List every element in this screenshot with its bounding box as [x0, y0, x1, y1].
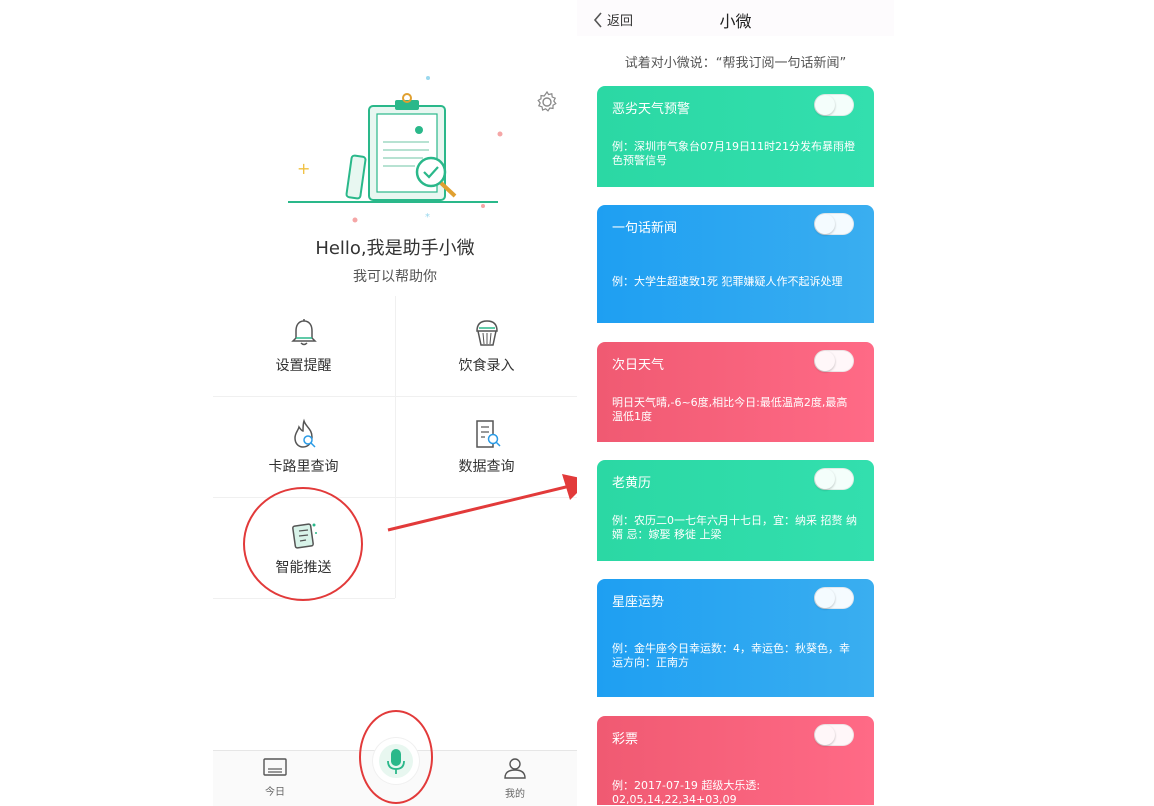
card-tomorrow-weather: 次日天气 明日天气晴,-6~6度,相比今日:最低温高2度,最高温低1度	[597, 342, 874, 442]
feature-set-reminder[interactable]: 设置提醒	[213, 296, 394, 396]
clipboard-illustration: + *	[283, 70, 513, 230]
card-title: 老黄历	[612, 476, 652, 491]
card-title: 星座运势	[612, 595, 665, 610]
card-example: 例：深圳市气象台07月19日11时21分发布暴雨橙色预警信号	[612, 140, 855, 167]
flame-search-icon	[288, 418, 320, 450]
toggle-knob	[815, 725, 835, 745]
tab-label: 今日	[265, 787, 285, 798]
person-icon	[503, 758, 527, 783]
greeting-title: Hello,我是助手小微	[315, 238, 475, 259]
toggle-knob	[815, 469, 835, 489]
subscribe-toggle[interactable]	[814, 587, 854, 609]
toggle-knob	[815, 351, 835, 371]
voice-hint: 试着对小微说：“帮我订阅一句话新闻”	[624, 56, 847, 71]
card-example: 例：大学生超速致1死 犯罪嫌疑人作不起诉处理	[612, 275, 843, 288]
document-search-icon	[471, 418, 503, 450]
svg-text:+: +	[297, 159, 310, 178]
feature-smart-push[interactable]: 智能推送	[213, 498, 394, 598]
subscription-screen: 返回 小微 试着对小微说：“帮我订阅一句话新闻” 恶劣天气预警 例：深圳市气象台…	[577, 0, 894, 805]
card-example: 例：农历二0一七年六月十七日，宜：纳采 招赘 纳婿 忌：嫁娶 移徙 上梁	[612, 514, 857, 541]
svg-text:*: *	[425, 212, 430, 223]
voice-input-button[interactable]	[373, 738, 419, 784]
feature-label: 卡路里查询	[268, 459, 339, 475]
card-title: 恶劣天气预警	[612, 102, 691, 117]
card-title: 次日天气	[612, 358, 665, 373]
subscribe-toggle[interactable]	[814, 213, 854, 235]
toggle-knob	[815, 95, 835, 115]
card-almanac: 老黄历 例：农历二0一七年六月十七日，宜：纳采 招赘 纳婿 忌：嫁娶 移徙 上梁	[597, 460, 874, 561]
nav-bar: 返回 小微	[577, 0, 894, 36]
microphone-icon	[379, 744, 413, 778]
annotation-arrow	[387, 474, 590, 532]
feature-label: 设置提醒	[275, 358, 332, 374]
subscribe-toggle[interactable]	[814, 94, 854, 116]
card-title: 彩票	[612, 732, 639, 747]
assistant-home-screen: + * Hello,我是助手小微 我可以帮助你 设置提醒 饮食录入 卡路里查询 …	[213, 0, 577, 806]
page-title: 小微	[719, 12, 752, 31]
card-title: 一句话新闻	[612, 221, 678, 236]
tab-label: 我的	[505, 789, 525, 800]
subscribe-toggle[interactable]	[814, 350, 854, 372]
card-example: 明日天气晴,-6~6度,相比今日:最低温高2度,最高温低1度	[612, 396, 848, 423]
toggle-knob	[815, 214, 835, 234]
inbox-icon	[263, 758, 287, 781]
card-example: 例：金牛座今日幸运数：4，幸运色：秋葵色，幸运方向：正南方	[612, 642, 850, 669]
cupcake-icon	[471, 317, 503, 349]
feature-diet-entry[interactable]: 饮食录入	[396, 296, 577, 396]
tab-today[interactable]: 今日	[245, 757, 305, 798]
bell-icon	[288, 317, 320, 349]
subscribe-toggle[interactable]	[814, 468, 854, 490]
card-lottery: 彩票 例：2017-07-19 超级大乐透: 02,05,14,22,34+03…	[597, 716, 874, 805]
card-example: 例：2017-07-19 超级大乐透: 02,05,14,22,34+03,09	[612, 779, 761, 805]
tab-mine[interactable]: 我的	[485, 757, 545, 800]
card-horoscope: 星座运势 例：金牛座今日幸运数：4，幸运色：秋葵色，幸运方向：正南方	[597, 579, 874, 697]
toggle-knob	[815, 588, 835, 608]
gear-icon[interactable]	[535, 90, 559, 114]
feature-calorie-query[interactable]: 卡路里查询	[213, 397, 394, 497]
greeting-subtitle: 我可以帮助你	[353, 269, 437, 285]
push-document-icon	[288, 519, 320, 551]
card-one-line-news: 一句话新闻 例：大学生超速致1死 犯罪嫌疑人作不起诉处理	[597, 205, 874, 323]
card-severe-weather: 恶劣天气预警 例：深圳市气象台07月19日11时21分发布暴雨橙色预警信号	[597, 86, 874, 187]
feature-label: 智能推送	[275, 560, 332, 576]
feature-label: 饮食录入	[458, 358, 515, 374]
subscribe-toggle[interactable]	[814, 724, 854, 746]
grid-divider	[213, 598, 395, 599]
